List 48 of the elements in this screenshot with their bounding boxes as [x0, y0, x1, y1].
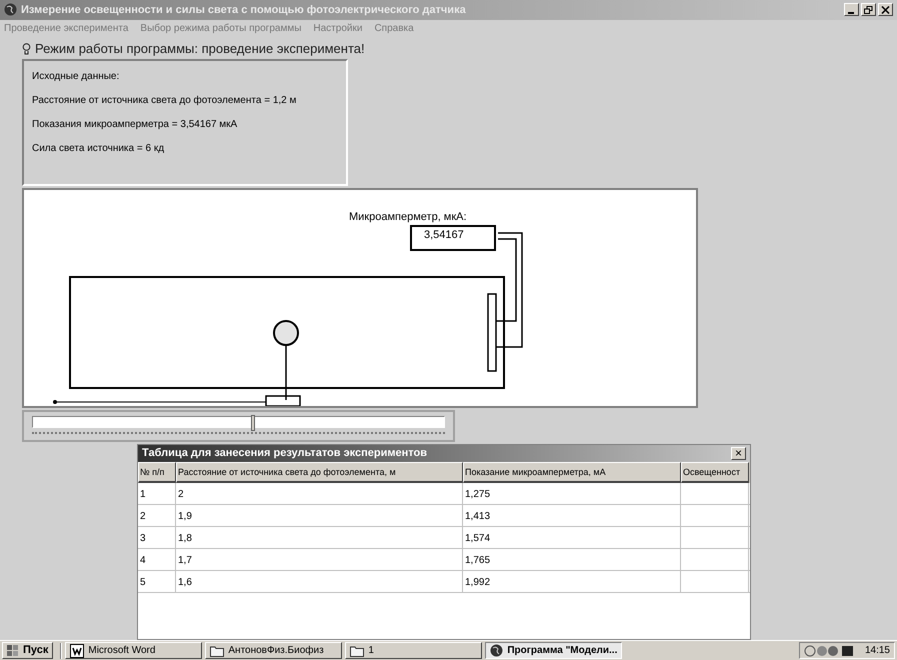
table-cell: 3	[138, 526, 176, 548]
table-cell: 1,7	[176, 548, 463, 570]
table-cell: 1,6	[176, 570, 463, 592]
windows-flag-icon	[7, 645, 19, 656]
table-cell: 1,8	[176, 526, 463, 548]
info-text: Показания микроамперметра = 3,54167 мкА	[32, 118, 238, 132]
folder-icon	[350, 644, 364, 657]
table-cell: 1,992	[463, 570, 681, 592]
folder-icon	[210, 644, 224, 657]
taskbar-button[interactable]: Microsoft Word	[65, 642, 202, 660]
info-text: Расстояние от источника света до фотоэлемента = 1,2 м	[32, 94, 298, 108]
restore-icon[interactable]	[861, 3, 876, 16]
table-title: Таблица для занесения результатов экспериментов	[142, 446, 428, 461]
lamp-drawing	[273, 320, 299, 346]
taskbar-button[interactable]: АнтоновФиз.Биофиз	[205, 642, 342, 660]
mode-label: Режим работы программы: проведение эксперимента!	[35, 40, 365, 58]
taskbar-button[interactable]: 1	[345, 642, 482, 660]
table-cell: 1	[138, 482, 176, 504]
taskbar-button[interactable]: Программа "Модели...	[485, 642, 622, 660]
close-icon[interactable]	[878, 3, 893, 16]
light-bulb-icon	[22, 42, 31, 55]
meter-display: 3,54167	[410, 225, 496, 252]
slider-thumb[interactable]	[250, 414, 255, 431]
column-header[interactable]: Освещенност	[681, 462, 749, 483]
info-text: Исходные данные:	[32, 70, 120, 84]
table-cell: 2	[138, 504, 176, 526]
globe-icon	[490, 644, 504, 658]
window-title: Измерение освещенности и силы света с помощью фотоэлектрического датчика	[21, 2, 466, 18]
info-text: Сила света источника = 6 кд	[32, 142, 166, 156]
meter-label: Микроамперметр, мкА:	[349, 210, 467, 226]
table-cell: 1,275	[463, 482, 681, 504]
column-header[interactable]: № п/п	[138, 462, 176, 483]
table-cell: 1,765	[463, 548, 681, 570]
close-button[interactable]: ×	[731, 446, 746, 460]
table-cell: 1,574	[463, 526, 681, 548]
table-cell: 5	[138, 570, 176, 592]
table-cell: 1,413	[463, 504, 681, 526]
globe-icon	[4, 3, 17, 16]
clock: 14:15	[864, 644, 890, 658]
carriage-drawing	[265, 396, 301, 406]
column-header[interactable]: Расстояние от источника света до фотоэлемента, м	[176, 462, 463, 483]
table-cell: 2	[176, 482, 463, 504]
table-cell: 4	[138, 548, 176, 570]
minimize-icon[interactable]	[844, 3, 859, 16]
column-header[interactable]: Показание микроамперметра, мА	[463, 462, 681, 483]
tray-icons	[804, 644, 854, 657]
start-button[interactable]: Пуск	[2, 642, 54, 660]
table-cell: 1,9	[176, 504, 463, 526]
